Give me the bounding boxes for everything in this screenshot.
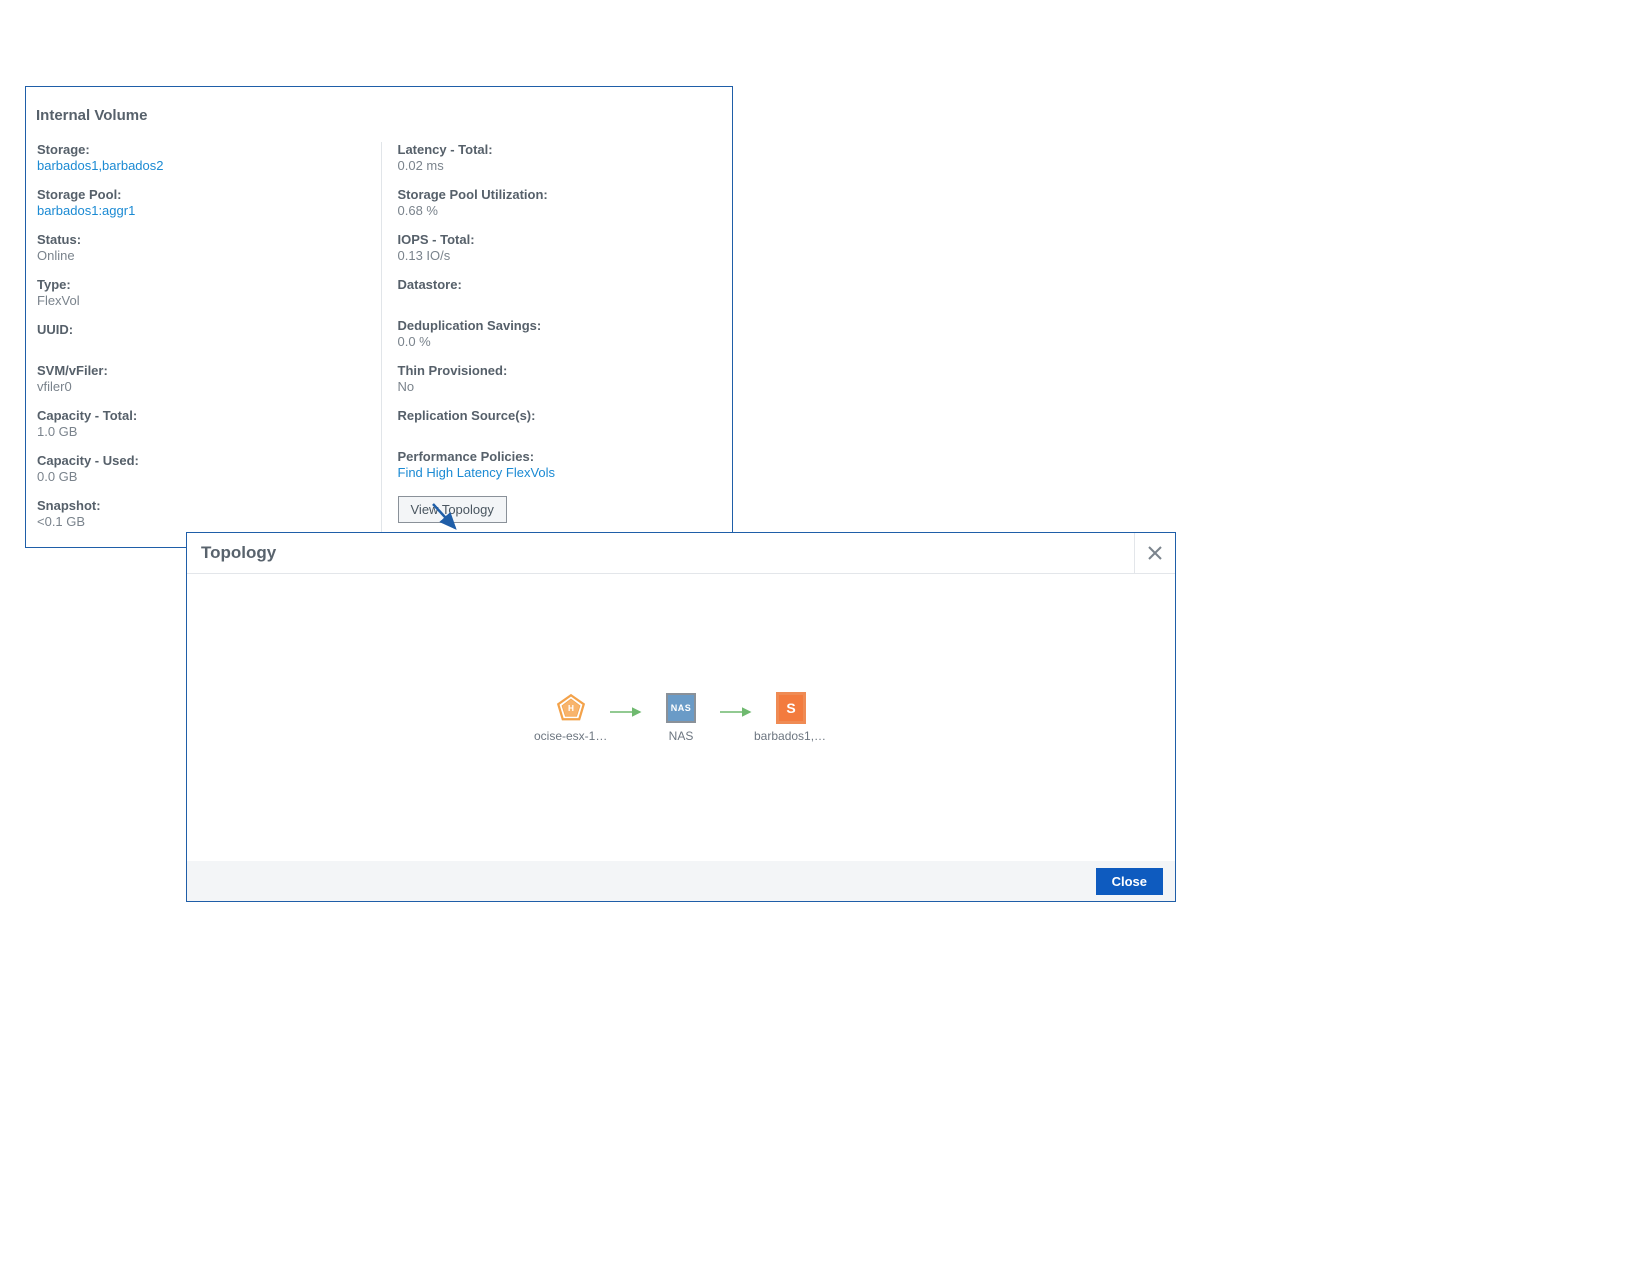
nas-icon-badge: NAS (666, 693, 696, 723)
topology-dialog: Topology H ocise-esx-1431… (186, 532, 1176, 902)
field-status: Status: Online (37, 232, 371, 263)
field-replication: Replication Source(s): (398, 408, 723, 423)
svg-text:H: H (568, 704, 574, 713)
field-perf-policies-label: Performance Policies: (398, 449, 723, 464)
field-type-value: FlexVol (37, 293, 371, 308)
field-perf-policies: Performance Policies: Find High Latency … (398, 449, 723, 480)
topology-node-host-label: ocise-esx-1431… (534, 729, 608, 743)
field-svm-label: SVM/vFiler: (37, 363, 371, 378)
topology-node-nas-label: NAS (644, 729, 718, 743)
field-capacity-used-label: Capacity - Used: (37, 453, 371, 468)
close-icon-button[interactable] (1134, 533, 1175, 573)
topology-node-storage-label: barbados1,bar… (754, 729, 828, 743)
field-status-label: Status: (37, 232, 371, 247)
field-latency-value: 0.02 ms (398, 158, 723, 173)
field-dedup: Deduplication Savings: 0.0 % (398, 318, 723, 349)
field-pool-util-label: Storage Pool Utilization: (398, 187, 723, 202)
field-iops-value: 0.13 IO/s (398, 248, 723, 263)
field-storage-label: Storage: (37, 142, 371, 157)
field-datastore-label: Datastore: (398, 277, 723, 292)
field-perf-policies-value[interactable]: Find High Latency FlexVols (398, 465, 723, 480)
flow-arrow-icon (608, 707, 644, 717)
field-type: Type: FlexVol (37, 277, 371, 308)
host-icon: H (556, 693, 586, 723)
field-svm: SVM/vFiler: vfiler0 (37, 363, 371, 394)
field-datastore: Datastore: (398, 277, 723, 292)
field-replication-label: Replication Source(s): (398, 408, 723, 423)
field-storage-value[interactable]: barbados1,barbados2 (37, 158, 371, 173)
field-capacity-used: Capacity - Used: 0.0 GB (37, 453, 371, 484)
topology-node-storage[interactable]: S barbados1,bar… (754, 693, 828, 743)
field-dedup-label: Deduplication Savings: (398, 318, 723, 333)
topology-header: Topology (187, 533, 1175, 574)
field-pool-util: Storage Pool Utilization: 0.68 % (398, 187, 723, 218)
field-iops: IOPS - Total: 0.13 IO/s (398, 232, 723, 263)
topology-chain: H ocise-esx-1431… NAS NAS (534, 693, 828, 743)
field-latency: Latency - Total: 0.02 ms (398, 142, 723, 173)
field-iops-label: IOPS - Total: (398, 232, 723, 247)
field-thin-label: Thin Provisioned: (398, 363, 723, 378)
internal-volume-panel: Internal Volume Storage: barbados1,barba… (25, 86, 733, 548)
field-type-label: Type: (37, 277, 371, 292)
field-latency-label: Latency - Total: (398, 142, 723, 157)
view-topology-button[interactable]: View Topology (398, 496, 507, 523)
field-dedup-value: 0.0 % (398, 334, 723, 349)
field-capacity-used-value: 0.0 GB (37, 469, 371, 484)
storage-icon: S (776, 693, 806, 723)
field-capacity-total: Capacity - Total: 1.0 GB (37, 408, 371, 439)
field-storage: Storage: barbados1,barbados2 (37, 142, 371, 173)
field-uuid-label: UUID: (37, 322, 371, 337)
field-snapshot: Snapshot: <0.1 GB (37, 498, 371, 529)
field-storage-pool-value[interactable]: barbados1:aggr1 (37, 203, 371, 218)
storage-icon-badge: S (776, 692, 806, 724)
topology-title: Topology (187, 543, 1134, 563)
field-uuid: UUID: (37, 322, 371, 337)
topology-footer: Close (187, 861, 1175, 901)
field-thin-value: No (398, 379, 723, 394)
field-snapshot-value: <0.1 GB (37, 514, 371, 529)
field-svm-value: vfiler0 (37, 379, 371, 394)
close-button[interactable]: Close (1096, 868, 1163, 895)
volume-left-column: Storage: barbados1,barbados2 Storage Poo… (31, 142, 382, 543)
flow-arrow-icon (718, 707, 754, 717)
volume-right-column: Latency - Total: 0.02 ms Storage Pool Ut… (382, 142, 733, 543)
close-icon (1148, 546, 1162, 560)
topology-node-nas[interactable]: NAS NAS (644, 693, 718, 743)
field-status-value: Online (37, 248, 371, 263)
topology-canvas: H ocise-esx-1431… NAS NAS (187, 574, 1175, 861)
topology-node-host[interactable]: H ocise-esx-1431… (534, 693, 608, 743)
panel-title: Internal Volume (26, 99, 732, 142)
field-capacity-total-value: 1.0 GB (37, 424, 371, 439)
volume-body: Storage: barbados1,barbados2 Storage Poo… (26, 142, 732, 543)
nas-icon: NAS (666, 693, 696, 723)
field-snapshot-label: Snapshot: (37, 498, 371, 513)
field-pool-util-value: 0.68 % (398, 203, 723, 218)
field-capacity-total-label: Capacity - Total: (37, 408, 371, 423)
field-storage-pool-label: Storage Pool: (37, 187, 371, 202)
field-thin: Thin Provisioned: No (398, 363, 723, 394)
field-storage-pool: Storage Pool: barbados1:aggr1 (37, 187, 371, 218)
